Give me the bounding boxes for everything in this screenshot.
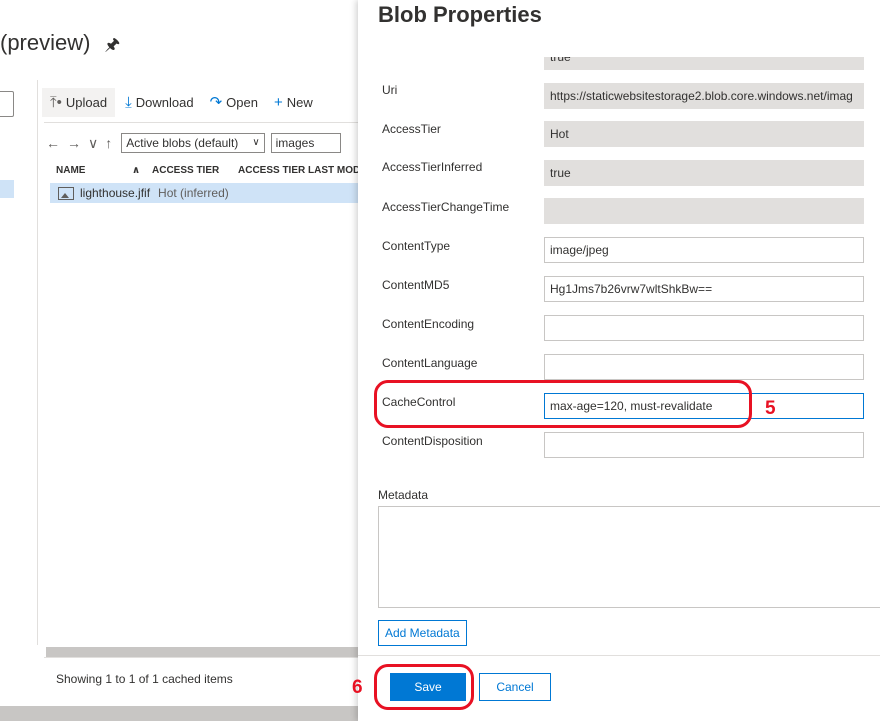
label-uri: Uri xyxy=(382,83,398,97)
new-label: New xyxy=(286,94,313,110)
open-icon: ↷ xyxy=(209,94,223,111)
blob-filter-dropdown[interactable]: Active blobs (default) ∨ xyxy=(121,133,265,153)
value-content-disposition[interactable] xyxy=(544,432,864,458)
add-metadata-button[interactable]: Add Metadata xyxy=(378,620,467,646)
dropdown-caret-icon: ∨ xyxy=(252,137,260,148)
label-content-language: ContentLanguage xyxy=(382,356,478,370)
panel-divider xyxy=(37,80,38,645)
label-content-encoding: ContentEncoding xyxy=(382,317,475,331)
column-name[interactable]: NAME xyxy=(56,165,132,176)
status-divider xyxy=(44,657,358,658)
page-title: (preview) 🖈 xyxy=(0,30,120,61)
label-content-type: ContentType xyxy=(382,239,451,253)
value-access-tier-inferred[interactable]: true xyxy=(544,160,864,186)
download-icon: ⤓ xyxy=(125,93,132,111)
label-content-md5: ContentMD5 xyxy=(382,278,450,292)
table-header: NAME ∧ ACCESS TIER ACCESS TIER LAST MOD xyxy=(56,165,358,176)
chevron-down-icon[interactable]: ∨ xyxy=(88,135,98,152)
upload-button[interactable]: ⤒• Upload xyxy=(42,87,116,117)
value-content-language[interactable] xyxy=(544,354,864,380)
open-button[interactable]: ↷ Open xyxy=(210,93,258,111)
back-arrow-icon[interactable]: ← xyxy=(46,135,60,151)
value-content-encoding[interactable] xyxy=(544,315,864,341)
plus-icon: + xyxy=(273,93,283,111)
sort-asc-icon[interactable]: ∧ xyxy=(132,165,152,176)
sidebar-selected-item[interactable] xyxy=(0,180,14,198)
value-access-tier[interactable]: Hot xyxy=(544,121,864,147)
table-row[interactable]: lighthouse.jfif Hot (inferred) xyxy=(58,186,229,200)
navigation-bar: ← → ∨ ↑ Active blobs (default) ∨ images xyxy=(46,132,341,154)
bottom-bar xyxy=(0,706,358,721)
path-input[interactable]: images xyxy=(270,133,341,153)
new-button[interactable]: + New xyxy=(274,94,313,111)
up-arrow-icon[interactable]: ↑ xyxy=(105,135,112,151)
value-access-tier-change-time[interactable] xyxy=(544,198,864,224)
pin-icon[interactable]: 🖈 xyxy=(104,35,120,54)
explorer-panel: (preview) 🖈 ⤒• Upload ⤓ Download ↷ Open +… xyxy=(0,0,358,721)
column-access-tier-last-mod[interactable]: ACCESS TIER LAST MOD xyxy=(238,165,358,176)
metadata-label: Metadata xyxy=(378,488,429,502)
step-6-label: 6 xyxy=(352,677,363,698)
footer-divider xyxy=(358,655,880,656)
download-label: Download xyxy=(135,94,194,110)
toolbar-divider xyxy=(44,122,358,123)
blob-filter-value: Active blobs (default) xyxy=(126,136,239,150)
step-5-label: 5 xyxy=(765,398,776,419)
highlight-ring-cache-control xyxy=(374,380,752,428)
open-label: Open xyxy=(226,94,258,110)
label-access-tier-inferred: AccessTierInferred xyxy=(382,160,483,174)
label-access-tier: AccessTier xyxy=(382,122,441,136)
scroll-clip xyxy=(358,44,880,57)
cancel-button[interactable]: Cancel xyxy=(479,673,551,701)
upload-icon: ⤒• xyxy=(50,93,62,111)
label-content-disposition: ContentDisposition xyxy=(382,434,483,448)
forward-arrow-icon[interactable]: → xyxy=(67,135,81,151)
status-text: Showing 1 to 1 of 1 cached items xyxy=(56,672,233,686)
value-content-type[interactable]: image/jpeg xyxy=(544,237,864,263)
image-file-icon xyxy=(58,186,74,200)
dialog-title: Blob Properties xyxy=(378,2,542,27)
file-name: lighthouse.jfif xyxy=(80,186,151,200)
upload-label: Upload xyxy=(65,94,108,110)
horizontal-scrollbar[interactable] xyxy=(46,647,358,657)
metadata-list[interactable] xyxy=(378,506,880,608)
value-uri[interactable]: https://staticwebsitestorage2.blob.core.… xyxy=(544,83,864,109)
sidebar-search-box[interactable] xyxy=(0,91,14,117)
label-access-tier-change-time: AccessTierChangeTime xyxy=(382,200,510,214)
column-access-tier[interactable]: ACCESS TIER xyxy=(152,165,238,176)
file-access-tier: Hot (inferred) xyxy=(158,186,229,200)
value-content-md5[interactable]: Hg1Jms7b26vrw7wltShkBw== xyxy=(544,276,864,302)
download-button[interactable]: ⤓ Download xyxy=(125,94,193,111)
explorer-toolbar: ⤒• Upload ⤓ Download ↷ Open + New xyxy=(42,86,329,118)
blob-properties-dialog: Blob Properties true Uri https://staticw… xyxy=(358,0,880,721)
page-title-text: (preview) xyxy=(0,30,91,55)
highlight-ring-save xyxy=(374,664,474,710)
